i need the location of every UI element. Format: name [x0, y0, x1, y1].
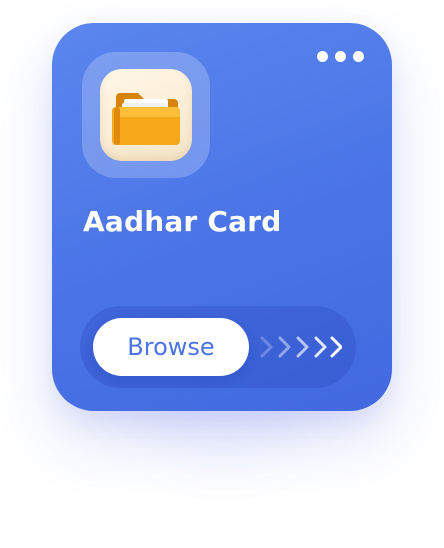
folder-icon-tile: [82, 52, 210, 178]
more-dot: [317, 51, 328, 62]
more-dot: [335, 51, 346, 62]
more-dot: [353, 51, 364, 62]
folder-icon: [100, 69, 192, 161]
browse-slider-track[interactable]: Browse: [80, 306, 356, 388]
chevrons-right-icon: [260, 336, 342, 358]
card-title: Aadhar Card: [83, 205, 282, 238]
more-options-icon[interactable]: [317, 51, 364, 62]
browse-button[interactable]: Browse: [93, 318, 249, 376]
document-card[interactable]: Aadhar Card Browse: [52, 23, 392, 411]
